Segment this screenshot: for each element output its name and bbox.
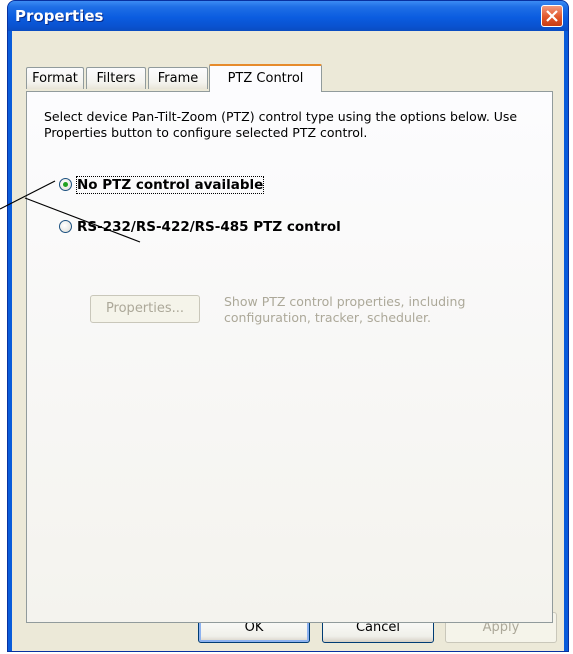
annotation-pointer-line (0, 180, 141, 243)
